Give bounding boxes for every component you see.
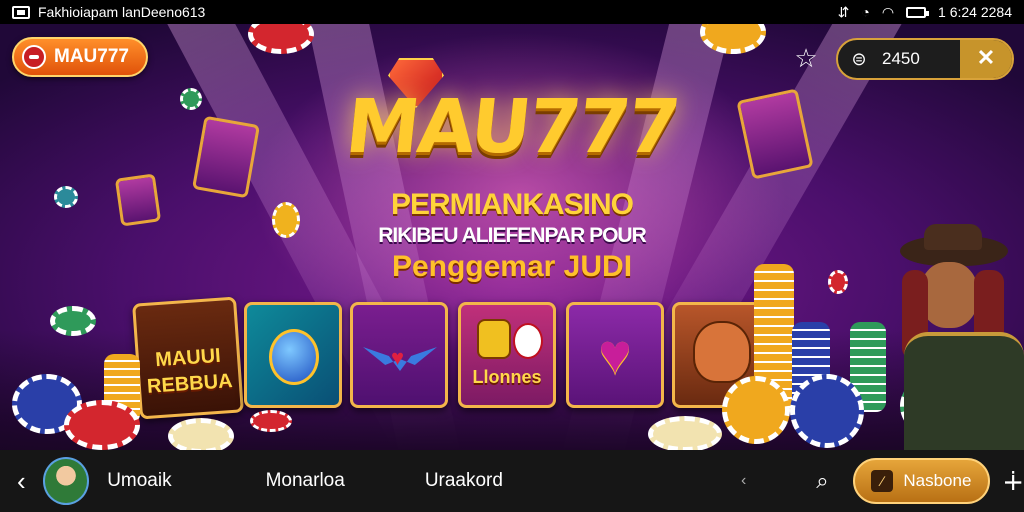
plus-icon[interactable]: ∔	[1002, 466, 1024, 497]
floating-card	[192, 115, 260, 199]
dealer-character	[894, 224, 1024, 450]
poker-chip	[272, 202, 300, 238]
poker-chip	[180, 88, 202, 110]
search-icon[interactable]: ⌕	[816, 468, 828, 494]
heart-icon: ♥	[391, 345, 405, 370]
coin-icon: ⊜	[851, 49, 867, 69]
poker-chip	[248, 24, 314, 54]
cta-icon: ∕	[871, 470, 894, 492]
battery-icon	[906, 6, 930, 18]
cat-mascot-icon	[693, 321, 751, 383]
avatar[interactable]	[42, 457, 90, 505]
mascot-icon	[477, 319, 511, 359]
floating-card	[114, 173, 162, 227]
poker-chip	[168, 418, 234, 450]
status-title: Fakhioiapam lanDeeno613	[38, 4, 206, 20]
game-tile-purple-heart[interactable]: ♥	[566, 302, 664, 408]
nav-item-monarloa[interactable]: Monarloa	[266, 470, 345, 492]
screen-icon	[12, 5, 30, 19]
game-tile-llonnes[interactable]: Llonnes	[458, 302, 556, 408]
nav-item-umoaik[interactable]: Umoaik	[107, 470, 171, 492]
poker-chip	[790, 374, 864, 448]
heart-icon: ♥	[598, 322, 632, 385]
brand-label: MAU777	[54, 46, 129, 67]
hat-icon	[924, 224, 982, 250]
coin-value: 2450	[882, 49, 920, 68]
chevron-icon[interactable]: ‹	[741, 472, 746, 490]
poker-chip	[64, 400, 140, 450]
poker-chip	[722, 376, 790, 444]
game-tile-winged-heart[interactable]: ♥	[350, 302, 448, 408]
blue-orb-icon	[269, 329, 319, 385]
brand-button[interactable]: MAU777	[12, 37, 148, 77]
poker-chip	[648, 416, 722, 450]
bottom-nav: ‹ Umoaik Monarloa Uraakord ‹ ⌕ ∕ Nasbone…	[0, 450, 1024, 512]
back-icon[interactable]: ‹	[0, 466, 43, 497]
poker-chip	[250, 410, 292, 432]
poker-chip	[50, 306, 96, 336]
game-tile-maui[interactable]: MAUUI REBBUA	[132, 296, 244, 420]
star-icon[interactable]: ☆	[792, 44, 820, 72]
vibrate-icon: ⇵	[837, 4, 850, 20]
banner-line-2: RIKIBEU ALIEFENPAR POUR	[378, 224, 647, 247]
game-tile-blue-orb[interactable]	[244, 302, 342, 408]
status-bar: Fakhioiapam lanDeeno613 ⇵ ◔ ◠ 1 6:24 228…	[0, 0, 1024, 24]
tile-label: REBBUA	[146, 369, 234, 398]
brand-logo-icon	[22, 45, 46, 69]
tile-label: MAUUI	[154, 344, 222, 372]
hero-banner: MAU777 PERMIANKASINO RIKIBEU ALIEFENPAR …	[0, 24, 1024, 450]
brand-logo: MAU777	[341, 84, 683, 170]
jacket	[904, 332, 1024, 450]
cta-label: Nasbone	[903, 471, 972, 490]
banner-line-1: PERMIANKASINO	[390, 188, 634, 221]
alarm-icon: ◔	[861, 4, 870, 20]
poker-chip	[828, 270, 848, 294]
close-icon[interactable]: ✕	[960, 40, 1012, 78]
nav-item-uraakord[interactable]: Uraakord	[425, 470, 503, 492]
poker-chip	[54, 186, 78, 208]
face	[920, 262, 978, 328]
mascot-icon	[513, 323, 543, 359]
status-time: 1 6:24 2284	[938, 4, 1012, 20]
tile-label: Llonnes	[472, 367, 542, 387]
coin-balance[interactable]: ⊜ 2450 ✕	[836, 38, 1014, 80]
banner-line-3: Penggemar JUDI	[391, 250, 633, 283]
wifi-icon: ◠	[881, 4, 895, 20]
cta-button[interactable]: ∕ Nasbone	[852, 458, 991, 504]
